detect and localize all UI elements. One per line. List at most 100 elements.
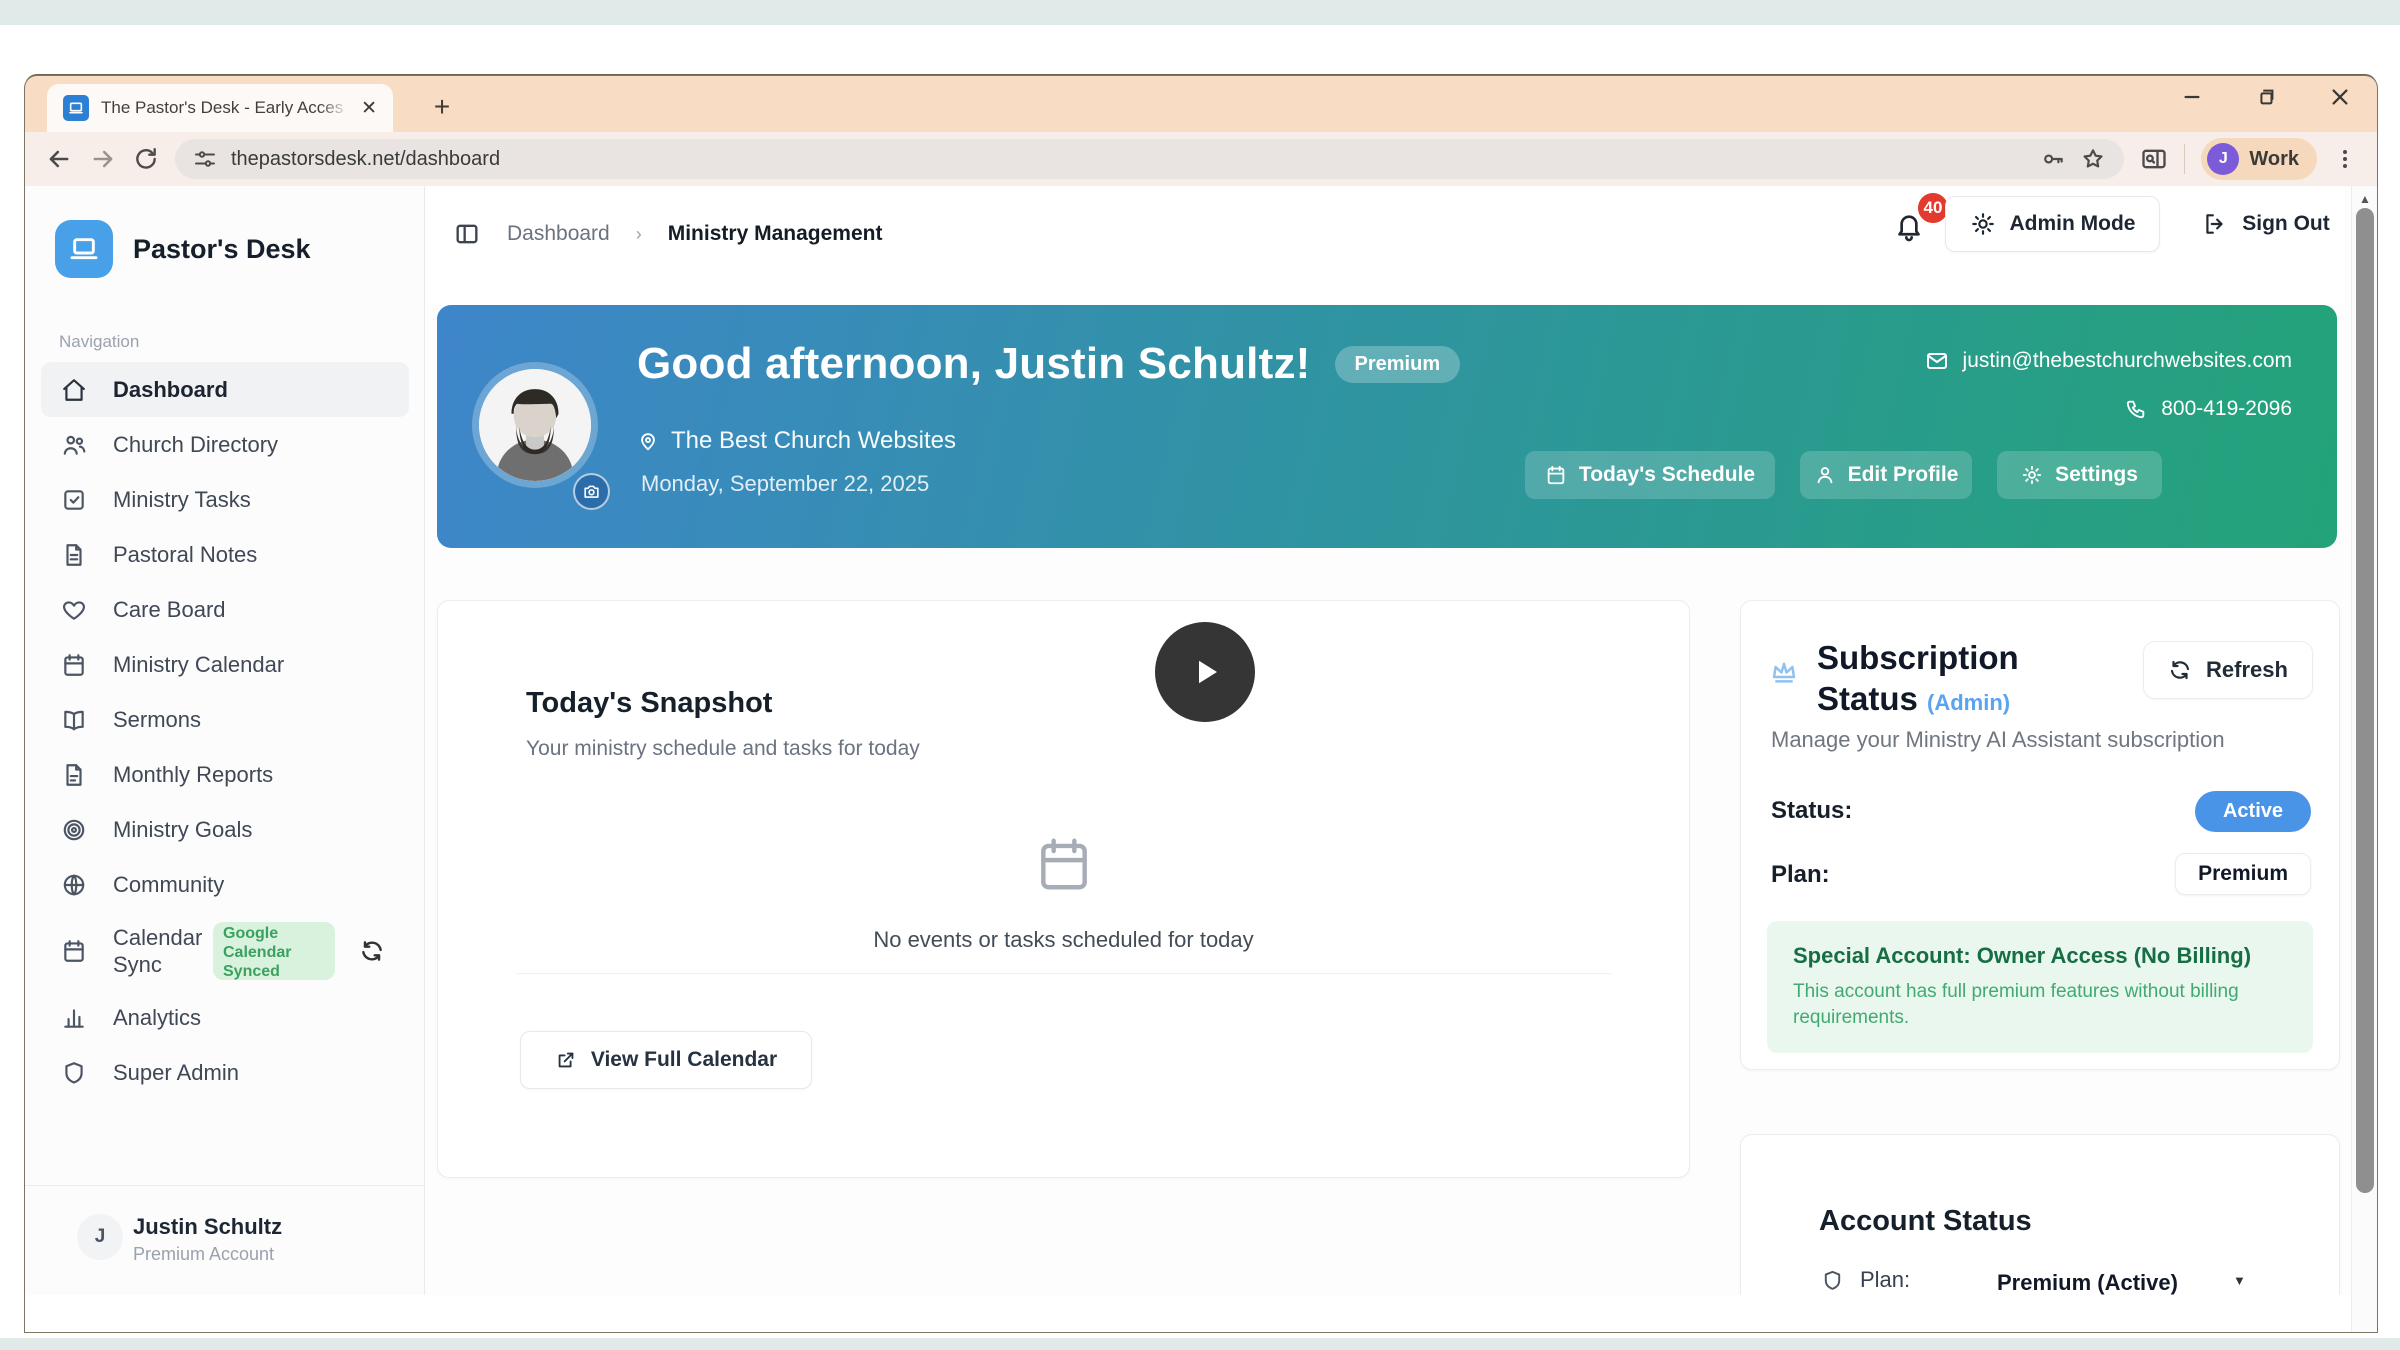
premium-badge: Premium: [1335, 346, 1461, 383]
video-play-button[interactable]: [1155, 622, 1255, 722]
edit-profile-button[interactable]: Edit Profile: [1800, 451, 1972, 499]
window-restore-button[interactable]: [2255, 86, 2277, 108]
settings-button[interactable]: Settings: [1997, 451, 2162, 499]
person-icon: [1814, 464, 1836, 486]
plan-label: Plan:: [1771, 861, 1830, 889]
back-button[interactable]: [45, 145, 73, 173]
sidebar-item-ministry-calendar[interactable]: Ministry Calendar: [41, 637, 409, 692]
site-settings-icon[interactable]: [193, 147, 217, 171]
account-plan-value: Premium (Active): [1997, 1270, 2178, 1295]
notice-body: This account has full premium features w…: [1793, 979, 2323, 1031]
bar-chart-icon: [61, 1005, 87, 1031]
current-date: Monday, September 22, 2025: [641, 471, 929, 497]
user-plan: Premium Account: [133, 1244, 274, 1265]
address-bar[interactable]: thepastorsdesk.net/dashboard: [175, 139, 2124, 179]
password-key-icon[interactable]: [2040, 146, 2066, 172]
breadcrumb: Dashboard › Ministry Management: [453, 220, 882, 248]
view-full-calendar-button[interactable]: View Full Calendar: [520, 1031, 812, 1089]
admin-tag: (Admin): [1927, 690, 2010, 715]
nav-section-label: Navigation: [59, 332, 139, 352]
greeting-text: Good afternoon, Justin Schultz!: [637, 339, 1311, 389]
browser-window: The Pastor's Desk - Early Acces ✕ +: [25, 76, 2377, 1332]
admin-mode-button[interactable]: Admin Mode: [1945, 196, 2160, 252]
tab-bar: The Pastor's Desk - Early Acces ✕ +: [25, 76, 2377, 132]
browser-profile-button[interactable]: J Work: [2201, 138, 2317, 180]
page-scrollbar[interactable]: ▲ ▼: [2351, 186, 2377, 1332]
calendar-icon: [1545, 464, 1567, 486]
browser-menu-icon[interactable]: [2333, 147, 2357, 171]
report-file-icon: [61, 762, 87, 788]
notice-title: Special Account: Owner Access (No Billin…: [1793, 943, 2287, 969]
window-close-button[interactable]: [2329, 86, 2351, 108]
account-status-card: Account Status Plan: Premium (Active) ▼: [1740, 1134, 2340, 1295]
refresh-icon: [2168, 658, 2192, 682]
sidebar-item-super-admin[interactable]: Super Admin: [41, 1045, 409, 1100]
profile-label: Work: [2249, 148, 2299, 171]
account-plan-label: Plan:: [1860, 1267, 1910, 1293]
scroll-up-arrow[interactable]: ▲: [2352, 192, 2377, 206]
sidebar-user[interactable]: J Justin Schultz Premium Account: [25, 1185, 424, 1295]
crown-icon: [1769, 657, 1799, 687]
scrollbar-thumb[interactable]: [2356, 208, 2374, 1193]
organization-name: The Best Church Websites: [671, 427, 956, 455]
gear-icon: [2021, 464, 2043, 486]
site-favicon-icon: [63, 95, 89, 121]
sidebar-item-monthly-reports[interactable]: Monthly Reports: [41, 747, 409, 802]
sidebar-item-ministry-tasks[interactable]: Ministry Tasks: [41, 472, 409, 527]
todays-schedule-button[interactable]: Today's Schedule: [1525, 451, 1775, 499]
status-label: Status:: [1771, 797, 1852, 825]
change-photo-camera-icon[interactable]: [573, 473, 610, 510]
brand-name: Pastor's Desk: [133, 234, 311, 265]
home-icon: [61, 377, 87, 403]
refresh-button[interactable]: Refresh: [2143, 641, 2313, 699]
browser-toolbar: thepastorsdesk.net/dashboard J Work: [25, 132, 2377, 186]
sidebar-item-analytics[interactable]: Analytics: [41, 990, 409, 1045]
phone-icon: [2125, 398, 2147, 420]
new-tab-button[interactable]: +: [425, 90, 459, 124]
users-icon: [61, 432, 87, 458]
sidebar-item-dashboard[interactable]: Dashboard: [41, 362, 409, 417]
breadcrumb-dashboard[interactable]: Dashboard: [507, 222, 610, 246]
side-panel-icon[interactable]: [2140, 145, 2168, 173]
calendar-sync-icon: [61, 938, 87, 964]
sidebar-item-care-board[interactable]: Care Board: [41, 582, 409, 637]
letterbox-top: [0, 0, 2400, 25]
sidebar-item-pastoral-notes[interactable]: Pastoral Notes: [41, 527, 409, 582]
bookmark-star-icon[interactable]: [2080, 146, 2106, 172]
special-account-notice: Special Account: Owner Access (No Billin…: [1767, 921, 2313, 1053]
sidebar-item-community[interactable]: Community: [41, 857, 409, 912]
sidebar-item-sermons[interactable]: Sermons: [41, 692, 409, 747]
location-pin-icon: [637, 430, 659, 452]
toolbar-divider: [2184, 144, 2185, 174]
calendar-icon: [61, 652, 87, 678]
screen: The Pastor's Desk - Early Acces ✕ +: [0, 0, 2400, 1350]
user-name: Justin Schultz: [133, 1214, 282, 1240]
sidebar-item-ministry-goals[interactable]: Ministry Goals: [41, 802, 409, 857]
profile-avatar: J: [2207, 143, 2239, 175]
heart-icon: [61, 597, 87, 623]
letterbox-bottom: [0, 1338, 2400, 1350]
shield-icon: [61, 1060, 87, 1086]
tab-close-icon[interactable]: ✕: [361, 97, 377, 120]
tab-title: The Pastor's Desk - Early Acces: [101, 98, 349, 118]
book-open-icon: [61, 707, 87, 733]
browser-tab[interactable]: The Pastor's Desk - Early Acces ✕: [47, 84, 393, 132]
sidebar-item-church-directory[interactable]: Church Directory: [41, 417, 409, 472]
sidebar-item-calendar-sync[interactable]: Calendar Sync Google Calendar Synced: [41, 912, 409, 990]
sign-out-button[interactable]: Sign Out: [2187, 196, 2345, 252]
sync-refresh-icon[interactable]: [359, 938, 385, 964]
todays-snapshot-card: Today's Snapshot Your ministry schedule …: [437, 600, 1690, 1178]
welcome-banner: Good afternoon, Justin Schultz! Premium …: [437, 305, 2337, 548]
window-minimize-button[interactable]: [2181, 86, 2203, 108]
sidebar-toggle-icon[interactable]: [453, 220, 481, 248]
subscription-subtitle: Manage your Ministry AI Assistant subscr…: [1771, 727, 2225, 753]
app-page: Pastor's Desk Navigation Dashboard Churc…: [25, 186, 2377, 1295]
app-logo: Pastor's Desk: [55, 220, 311, 278]
caret-down-icon[interactable]: ▼: [2233, 1273, 2246, 1288]
phone-text: 800-419-2096: [2161, 397, 2292, 421]
external-link-icon: [555, 1049, 577, 1071]
laptop-logo-icon: [55, 220, 113, 278]
reload-button[interactable]: [133, 146, 159, 172]
gear-icon: [1970, 211, 1996, 237]
forward-button[interactable]: [89, 145, 117, 173]
